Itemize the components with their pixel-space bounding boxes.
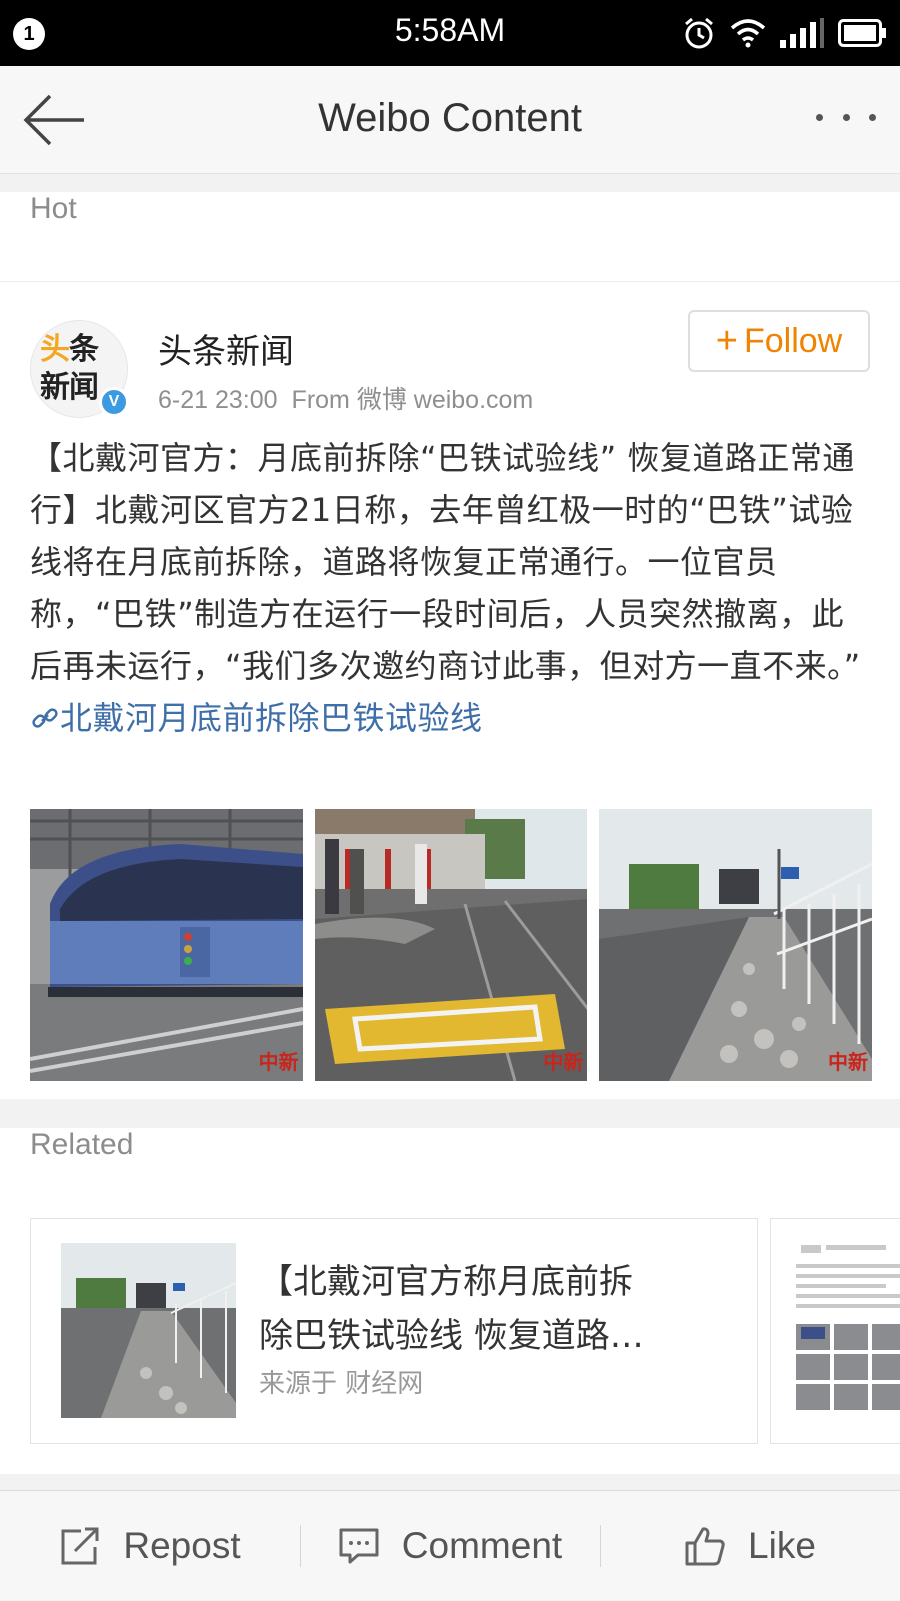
alarm-icon [685,17,713,49]
like-button[interactable]: Like [600,1491,900,1601]
bus-image [30,809,303,1081]
status-bar: 1 5:58AM [0,0,900,66]
battery-icon [838,19,886,47]
related-title: 【北戴河官方称月底前拆 除巴铁试验线 恢复道路… [259,1262,644,1356]
like-label: Like [748,1524,816,1566]
photo-road-station[interactable]: 中新 [314,809,588,1081]
topic-link[interactable]: 北戴河月底前拆除巴铁试验线 [30,699,483,737]
road-station-image [314,809,588,1081]
more-dot-icon [842,113,850,121]
related-section: Related 【北戴河官方称月底前拆 除巴铁试验线 恢复道路… 来源于 财经网 [0,1128,900,1474]
post-text: 【北戴河官方：月底前拆除“巴铁试验线” 恢复道路正常通行】北戴河区官方21日称，… [30,432,872,744]
photo-watermark: 中新 [258,1050,299,1074]
post-time: 6-21 23:00 [158,386,278,414]
related-section-label: Related [30,1128,134,1161]
topic-link-label: 北戴河月底前拆除巴铁试验线 [60,699,483,737]
status-icons [682,14,886,52]
post-source: From 微博 weibo.com [291,386,534,414]
hot-section-label: Hot [0,192,900,282]
post-meta: 6-21 23:00 From 微博 weibo.com [158,380,533,416]
plus-icon: + [715,320,738,362]
follow-button[interactable]: + Follow [688,310,870,372]
hot-section: Hot 头条 新闻 V 头条新闻 6-21 23:00 From 微博 weibo.… [0,192,900,1099]
related-card-partial[interactable] [770,1218,900,1444]
related-card[interactable]: 【北戴河官方称月底前拆 除巴铁试验线 恢复道路… 来源于 财经网 [30,1218,758,1444]
nav-bar: Weibo Content [0,66,900,174]
related-source: 来源于 财经网 [259,1369,424,1399]
comment-button[interactable]: Comment [300,1491,600,1601]
avatar[interactable]: 头条 新闻 V [30,320,129,418]
photo-watermark: 中新 [828,1050,869,1074]
bottom-toolbar: Repost Comment Like [0,1490,900,1600]
comment-label: Comment [401,1524,563,1566]
link-icon [32,708,58,728]
more-options-button[interactable] [816,102,876,132]
repost-label: Repost [123,1524,241,1566]
page-title: Weibo Content [318,96,582,140]
post-body: 【北戴河官方：月底前拆除“巴铁试验线” 恢复道路正常通行】北戴河区官方21日称，… [30,439,861,685]
track-rubble-image [599,809,873,1081]
photo-track-rubble[interactable]: 中新 [599,809,873,1081]
related-card-partial-thumbnail [771,1219,900,1443]
signal-icon [780,18,824,48]
verified-icon: V [99,387,129,417]
wifi-icon [730,19,766,48]
follow-label: Follow [743,321,843,360]
post-author[interactable]: 头条新闻 [158,324,294,373]
more-dot-icon [816,113,823,121]
photo-watermark: 中新 [543,1050,584,1074]
photo-bus[interactable]: 中新 [30,809,303,1081]
repost-icon [61,1527,99,1564]
photo-grid: 中新 中新 中新 [30,809,873,1081]
thumbs-up-icon [685,1526,725,1565]
repost-button[interactable]: Repost [0,1491,300,1601]
related-thumbnail [61,1243,236,1418]
more-dot-icon [869,113,876,121]
comment-icon [339,1528,379,1563]
